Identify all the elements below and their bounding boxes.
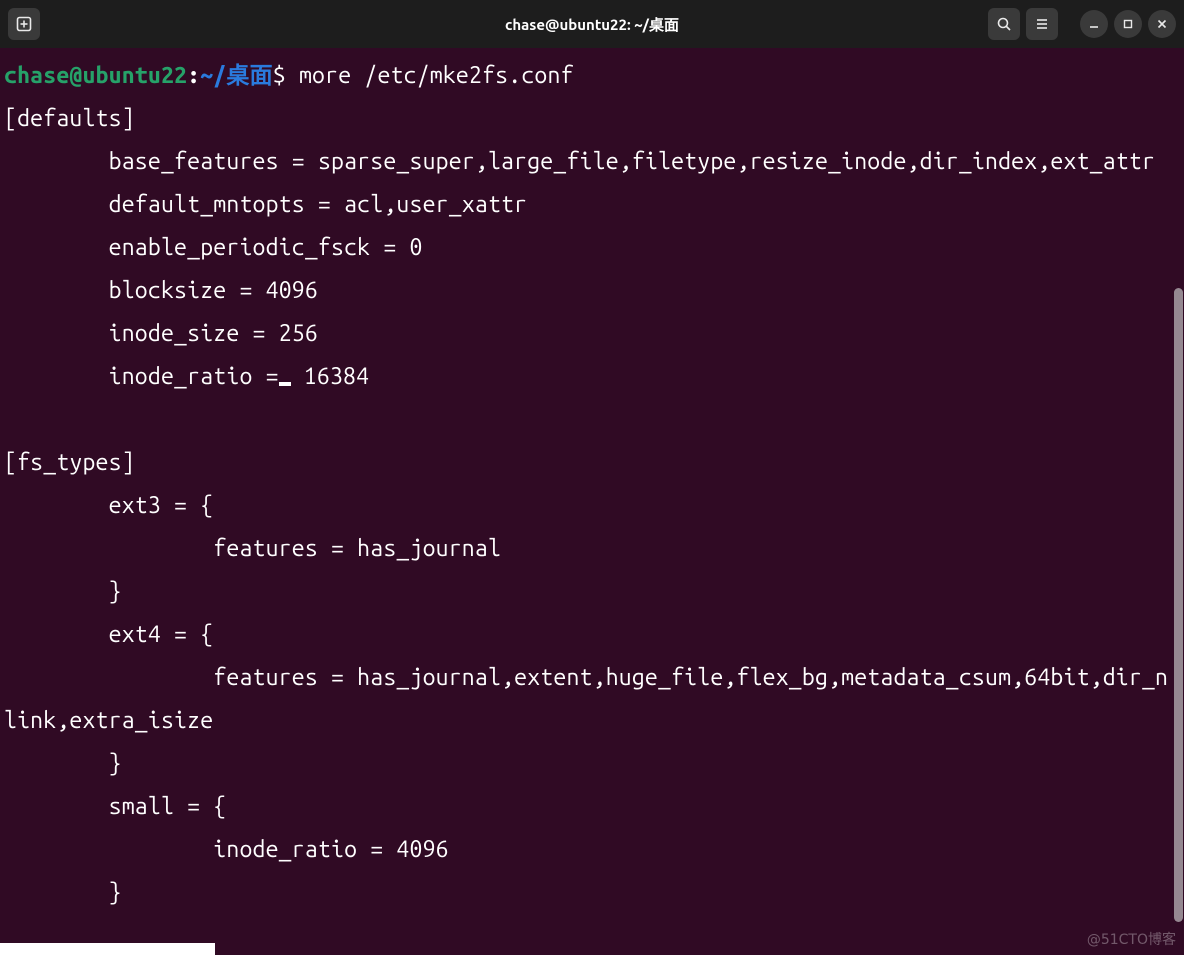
prompt-path: ~/桌面 [200, 63, 273, 88]
key-blocksize: blocksize [109, 278, 227, 303]
key-inode-ratio: inode_ratio [109, 364, 253, 389]
minimize-button[interactable] [1080, 10, 1108, 38]
val-inode-size: 256 [279, 321, 318, 346]
val-inode-ratio: 16384 [304, 364, 369, 389]
key-ext3: ext3 [109, 493, 161, 518]
key-inode-size: inode_size [109, 321, 240, 346]
key-default-mntopts: default_mntopts [109, 192, 305, 217]
val-blocksize: 4096 [266, 278, 318, 303]
val-ext3-features: has_journal [357, 536, 501, 561]
command-text: more /etc/mke2fs.conf [299, 63, 574, 88]
key-ext4-features: features [213, 665, 318, 690]
watermark-text: @51CTO博客 [1087, 929, 1176, 949]
key-ext4: ext4 [109, 622, 161, 647]
key-base-features: base_features [109, 149, 279, 174]
maximize-button[interactable] [1114, 10, 1142, 38]
val-default-mntopts: acl,user_xattr [344, 192, 527, 217]
section-header-fstypes: [fs_types] [4, 450, 135, 475]
title-bar: chase@ubuntu22: ~/桌面 [0, 0, 1184, 48]
key-enable-periodic-fsck: enable_periodic_fsck [109, 235, 371, 260]
new-tab-button[interactable] [8, 8, 40, 40]
key-small: small [109, 794, 174, 819]
prompt-symbol: $ [273, 63, 286, 88]
scrollbar-thumb[interactable] [1174, 288, 1183, 922]
selection-strip [0, 943, 215, 955]
key-small-inode-ratio: inode_ratio [213, 837, 357, 862]
val-base-features: sparse_super,large_file,filetype,resize_… [318, 149, 1155, 174]
hamburger-menu-button[interactable] [1026, 8, 1058, 40]
val-ext4-features: has_journal,extent,huge_file,flex_bg,met… [4, 665, 1168, 733]
val-small-inode-ratio: 4096 [396, 837, 448, 862]
section-header-defaults: [defaults] [4, 106, 135, 131]
close-button[interactable] [1148, 10, 1176, 38]
terminal-output[interactable]: chase@ubuntu22:~/桌面$ more /etc/mke2fs.co… [0, 48, 1184, 914]
cursor-icon [279, 382, 291, 386]
prompt-user-host: chase@ubuntu22 [4, 63, 187, 88]
val-enable-periodic-fsck: 0 [410, 235, 423, 260]
prompt-separator: : [187, 63, 200, 88]
key-ext3-features: features [213, 536, 318, 561]
search-button[interactable] [988, 8, 1020, 40]
